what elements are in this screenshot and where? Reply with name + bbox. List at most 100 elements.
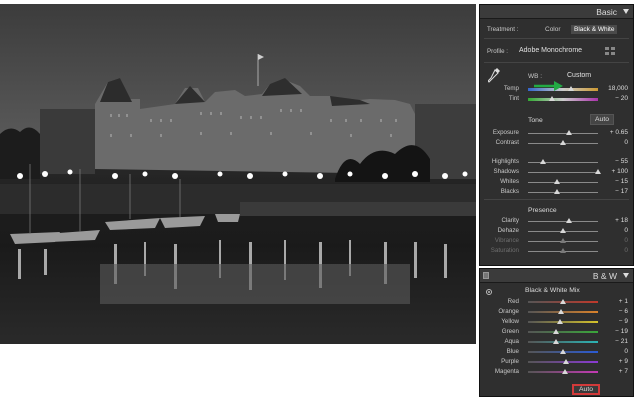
- slider-saturation[interactable]: Saturation 0: [480, 246, 633, 256]
- slider-value[interactable]: + 1: [619, 298, 628, 305]
- bw-auto-button[interactable]: Auto: [572, 384, 600, 395]
- slider-value[interactable]: − 15: [615, 178, 628, 185]
- profile-select[interactable]: Adobe Monochrome: [519, 47, 582, 54]
- basic-panel: Basic Treatment : Color Black & White Pr…: [479, 4, 634, 266]
- slider-value[interactable]: + 7: [619, 368, 628, 375]
- bw-mix-title: Black & White Mix: [525, 287, 580, 294]
- tint-gradient-track[interactable]: [528, 98, 598, 101]
- basic-panel-header[interactable]: Basic: [480, 5, 633, 19]
- slider-aqua[interactable]: Aqua − 21: [480, 337, 633, 347]
- slider-label: Orange: [498, 308, 519, 315]
- panel-toggle-icon[interactable]: [483, 272, 489, 279]
- divider: [484, 38, 629, 39]
- color-track[interactable]: [528, 341, 598, 343]
- slider-thumb[interactable]: [562, 369, 569, 374]
- slider-clarity[interactable]: Clarity + 18: [480, 216, 633, 226]
- slider-label: Green: [501, 328, 519, 335]
- slider-shadows[interactable]: Shadows + 100: [480, 167, 633, 177]
- slider-value[interactable]: − 19: [615, 328, 628, 335]
- bw-panel-header[interactable]: B & W: [480, 269, 633, 283]
- slider-thumb[interactable]: [560, 228, 566, 233]
- slider-value[interactable]: − 6: [619, 308, 628, 315]
- slider-purple[interactable]: Purple + 9: [480, 357, 633, 367]
- slider-value[interactable]: 0: [624, 247, 628, 254]
- slider-track[interactable]: [528, 192, 598, 193]
- slider-thumb[interactable]: [552, 339, 559, 344]
- slider-label: Clarity: [501, 217, 519, 224]
- slider-value[interactable]: − 17: [615, 188, 628, 195]
- slider-label: Vibrance: [494, 237, 519, 244]
- slider-value[interactable]: − 20: [615, 95, 628, 102]
- slider-track[interactable]: [528, 172, 598, 173]
- color-track[interactable]: [528, 321, 598, 323]
- slider-thumb[interactable]: [560, 299, 567, 304]
- slider-thumb[interactable]: [540, 159, 547, 164]
- slider-thumb[interactable]: [560, 248, 566, 253]
- slider-red[interactable]: Red + 1: [480, 297, 633, 307]
- slider-value[interactable]: 0: [624, 227, 628, 234]
- slider-track[interactable]: [528, 133, 598, 134]
- slider-blue[interactable]: Blue 0: [480, 347, 633, 357]
- bw-panel-title: B & W: [592, 270, 617, 281]
- slider-label: Highlights: [491, 158, 519, 165]
- slider-value[interactable]: − 55: [615, 158, 628, 165]
- slider-blacks[interactable]: Blacks − 17: [480, 187, 633, 197]
- slider-highlights[interactable]: Highlights − 55: [480, 157, 633, 167]
- slider-thumb[interactable]: [595, 169, 601, 174]
- slider-value[interactable]: + 100: [612, 168, 628, 175]
- slider-orange[interactable]: Orange − 6: [480, 307, 633, 317]
- slider-thumb[interactable]: [557, 309, 564, 314]
- treatment-bw-option[interactable]: Black & White: [571, 25, 618, 34]
- profile-row: Profile : Adobe Monochrome: [480, 44, 633, 58]
- slider-label: Blue: [506, 348, 519, 355]
- tone-auto-button[interactable]: Auto: [590, 114, 614, 125]
- slider-label: Aqua: [504, 338, 519, 345]
- slider-dehaze[interactable]: Dehaze 0: [480, 226, 633, 236]
- slider-thumb[interactable]: [565, 130, 572, 135]
- target-adjust-icon[interactable]: [486, 289, 492, 295]
- divider: [484, 62, 629, 63]
- slider-value[interactable]: + 0.65: [610, 129, 628, 136]
- slider-thumb[interactable]: [568, 86, 575, 91]
- slider-tint[interactable]: Tint − 20: [480, 94, 633, 104]
- slider-value[interactable]: 0: [624, 348, 628, 355]
- slider-value[interactable]: + 9: [619, 358, 628, 365]
- slider-track[interactable]: [528, 182, 598, 183]
- slider-value[interactable]: − 21: [615, 338, 628, 345]
- color-track[interactable]: [528, 331, 598, 333]
- slider-value[interactable]: 18,000: [608, 85, 628, 92]
- slider-thumb[interactable]: [560, 349, 566, 354]
- slider-track[interactable]: [528, 221, 598, 222]
- slider-label: Dehaze: [497, 227, 519, 234]
- slider-value[interactable]: + 18: [615, 217, 628, 224]
- slider-thumb[interactable]: [553, 329, 560, 334]
- slider-thumb[interactable]: [548, 96, 555, 101]
- treatment-label: Treatment :: [487, 26, 519, 33]
- collapse-triangle-icon[interactable]: [623, 273, 629, 278]
- slider-label: Exposure: [492, 129, 519, 136]
- slider-value[interactable]: − 9: [619, 318, 628, 325]
- slider-magenta[interactable]: Magenta + 7: [480, 367, 633, 377]
- slider-whites[interactable]: Whites − 15: [480, 177, 633, 187]
- slider-vibrance[interactable]: Vibrance 0: [480, 236, 633, 246]
- profile-browser-icon[interactable]: [605, 47, 615, 55]
- slider-label: Yellow: [501, 318, 519, 325]
- slider-contrast[interactable]: Contrast 0: [480, 138, 633, 148]
- slider-thumb[interactable]: [553, 189, 560, 194]
- slider-thumb[interactable]: [560, 140, 566, 145]
- slider-thumb[interactable]: [554, 179, 561, 184]
- slider-thumb[interactable]: [560, 238, 566, 243]
- slider-exposure[interactable]: Exposure + 0.65: [480, 128, 633, 138]
- slider-green[interactable]: Green − 19: [480, 327, 633, 337]
- slider-thumb[interactable]: [563, 359, 570, 364]
- collapse-triangle-icon[interactable]: [623, 9, 629, 14]
- slider-yellow[interactable]: Yellow − 9: [480, 317, 633, 327]
- treatment-color-option[interactable]: Color: [542, 25, 564, 34]
- divider: [484, 199, 629, 200]
- wb-select[interactable]: Custom: [567, 72, 591, 79]
- slider-value[interactable]: 0: [624, 237, 628, 244]
- slider-value[interactable]: 0: [624, 139, 628, 146]
- slider-track[interactable]: [528, 162, 598, 163]
- slider-thumb[interactable]: [556, 319, 563, 324]
- slider-thumb[interactable]: [566, 218, 573, 223]
